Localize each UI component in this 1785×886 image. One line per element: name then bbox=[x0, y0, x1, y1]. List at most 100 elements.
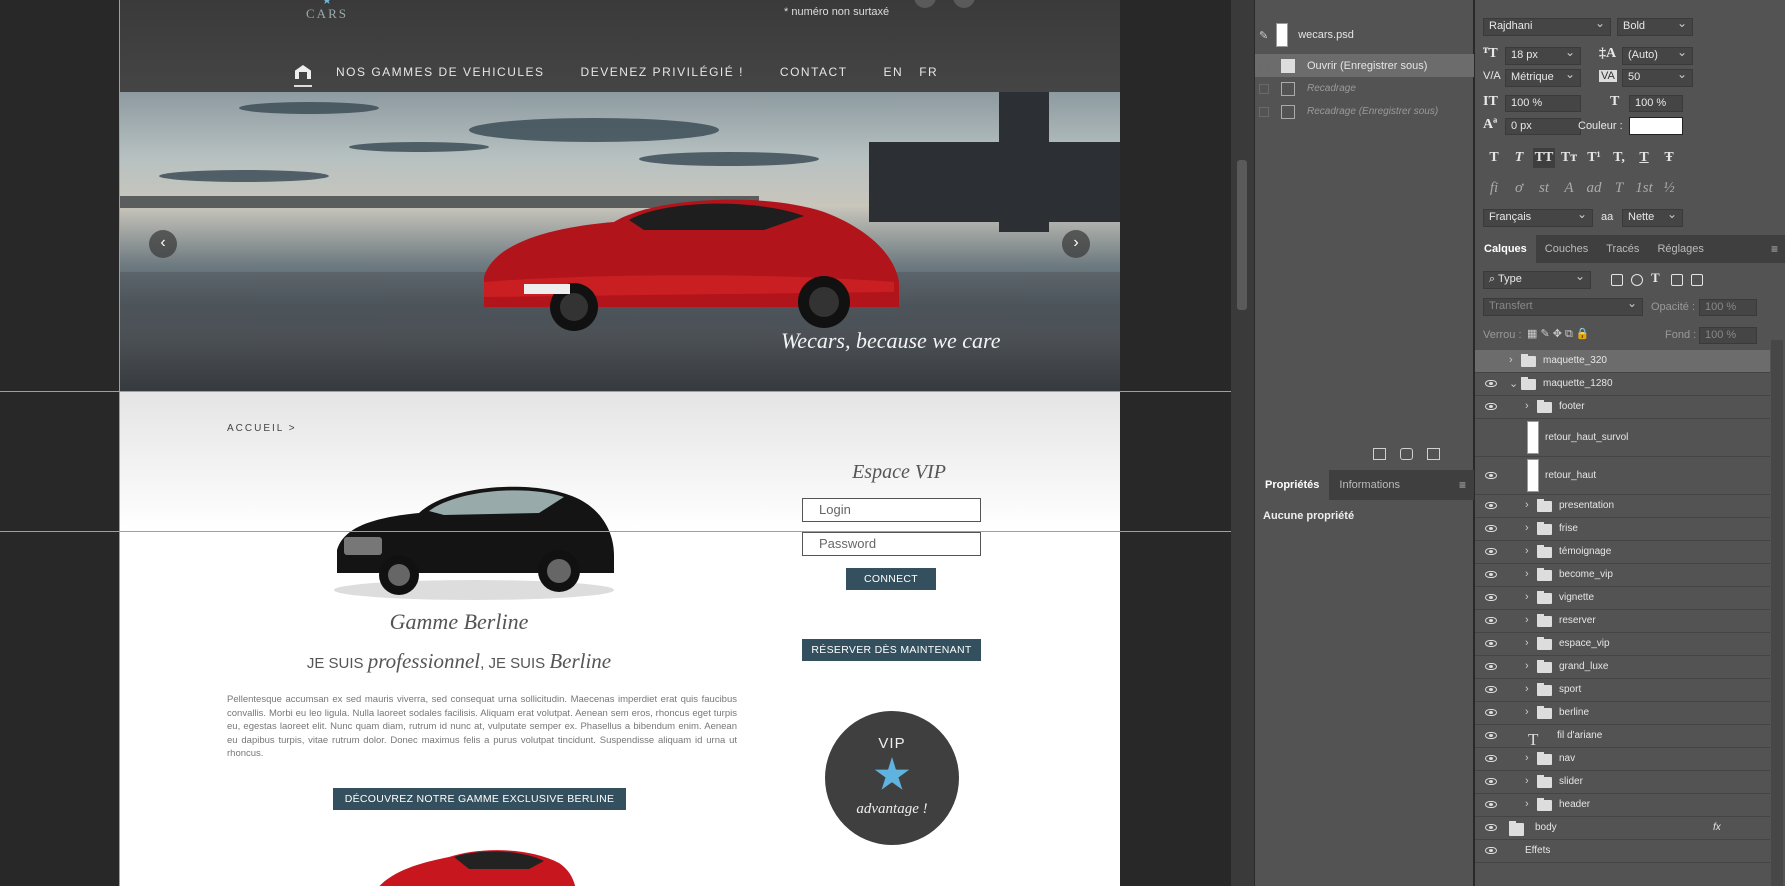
antialias-select[interactable]: Nette bbox=[1622, 207, 1683, 227]
visibility-eye-icon[interactable] bbox=[1485, 847, 1497, 854]
layer-row[interactable]: › presentation bbox=[1475, 495, 1770, 518]
panel-menu-icon[interactable]: ≡ bbox=[1459, 478, 1466, 492]
history-item[interactable]: Recadrage (Enregistrer sous) bbox=[1255, 100, 1474, 123]
lang-en[interactable]: EN bbox=[884, 65, 904, 79]
nav-gammes[interactable]: NOS GAMMES DE VEHICULES bbox=[336, 65, 545, 79]
chevron-right-icon[interactable]: › bbox=[1525, 637, 1529, 649]
facebook-icon[interactable] bbox=[914, 0, 936, 8]
chevron-right-icon[interactable]: › bbox=[1525, 499, 1529, 511]
fx-icon[interactable]: fx bbox=[1713, 822, 1721, 833]
visibility-eye-icon[interactable] bbox=[1485, 571, 1497, 578]
canvas-area[interactable]: ★ CARS * numéro non surtaxé NOS GAMMES D… bbox=[0, 0, 1231, 886]
layer-row[interactable]: › footer bbox=[1475, 396, 1770, 419]
password-field[interactable]: Password bbox=[802, 532, 981, 556]
nav-contact[interactable]: CONTACT bbox=[780, 65, 848, 79]
layer-row[interactable]: › frise bbox=[1475, 518, 1770, 541]
layer-row[interactable]: › header bbox=[1475, 794, 1770, 817]
faux-bold-button[interactable]: T bbox=[1483, 148, 1505, 168]
home-icon[interactable] bbox=[294, 65, 312, 87]
visibility-eye-icon[interactable] bbox=[1485, 472, 1497, 479]
slider-prev-icon[interactable]: ‹ bbox=[149, 230, 177, 258]
chevron-right-icon[interactable]: › bbox=[1525, 798, 1529, 810]
kerning-select[interactable]: Métrique bbox=[1505, 67, 1581, 87]
chevron-right-icon[interactable]: › bbox=[1525, 706, 1529, 718]
layer-row[interactable]: › témoignage bbox=[1475, 541, 1770, 564]
tab-couches[interactable]: Couches bbox=[1536, 235, 1597, 263]
tab-reglages[interactable]: Réglages bbox=[1648, 235, 1712, 263]
chevron-right-icon[interactable]: › bbox=[1525, 545, 1529, 557]
layer-row[interactable]: ⌄ maquette_1280 bbox=[1475, 373, 1770, 396]
font-family-select[interactable]: Rajdhani bbox=[1483, 16, 1611, 36]
breadcrumb[interactable]: ACCUEIL > bbox=[227, 423, 297, 434]
baseline-input[interactable]: 0 px bbox=[1505, 118, 1581, 135]
chevron-right-icon[interactable]: › bbox=[1525, 614, 1529, 626]
visibility-eye-icon[interactable] bbox=[1485, 732, 1497, 739]
layer-row[interactable]: › grand_luxe bbox=[1475, 656, 1770, 679]
adjustment-filter-icon[interactable] bbox=[1631, 274, 1643, 286]
chevron-right-icon[interactable]: › bbox=[1509, 354, 1513, 366]
text-color-swatch[interactable] bbox=[1629, 117, 1683, 135]
visibility-eye-icon[interactable] bbox=[1485, 525, 1497, 532]
new-document-icon[interactable] bbox=[1373, 448, 1386, 460]
visibility-eye-icon[interactable] bbox=[1485, 594, 1497, 601]
fill-input[interactable]: 100 % bbox=[1699, 327, 1757, 344]
connect-button[interactable]: CONNECT bbox=[846, 568, 936, 590]
language-select[interactable]: Français bbox=[1483, 207, 1593, 227]
swash-button[interactable]: A bbox=[1558, 178, 1580, 198]
history-item[interactable]: Ouvrir (Enregistrer sous) bbox=[1255, 54, 1474, 77]
layer-row[interactable]: › nav bbox=[1475, 748, 1770, 771]
layer-row[interactable]: › become_vip bbox=[1475, 564, 1770, 587]
visibility-eye-icon[interactable] bbox=[1485, 778, 1497, 785]
tab-informations[interactable]: Informations bbox=[1329, 470, 1410, 500]
layer-row[interactable]: › espace_vip bbox=[1475, 633, 1770, 656]
reserve-button[interactable]: RÉSERVER DÈS MAINTENANT bbox=[802, 639, 981, 661]
lang-fr[interactable]: FR bbox=[919, 65, 938, 79]
tab-proprietes[interactable]: Propriétés bbox=[1255, 470, 1330, 500]
chevron-right-icon[interactable]: › bbox=[1525, 400, 1529, 412]
canvas-scrollbar[interactable] bbox=[1231, 0, 1254, 886]
subscript-button[interactable]: T, bbox=[1608, 148, 1630, 168]
fractions-button[interactable]: ½ bbox=[1658, 178, 1680, 198]
visibility-eye-icon[interactable] bbox=[1485, 548, 1497, 555]
layer-row[interactable]: › reserver bbox=[1475, 610, 1770, 633]
social-icon[interactable] bbox=[953, 0, 975, 8]
superscript-button[interactable]: T¹ bbox=[1583, 148, 1605, 168]
chevron-right-icon[interactable]: › bbox=[1525, 591, 1529, 603]
leading-select[interactable]: (Auto) bbox=[1622, 45, 1693, 65]
chevron-right-icon[interactable]: › bbox=[1525, 752, 1529, 764]
tab-traces[interactable]: Tracés bbox=[1597, 235, 1648, 263]
visibility-eye-icon[interactable] bbox=[1485, 801, 1497, 808]
visibility-eye-icon[interactable] bbox=[1485, 686, 1497, 693]
visibility-eye-icon[interactable] bbox=[1485, 709, 1497, 716]
smart-object-filter-icon[interactable] bbox=[1691, 274, 1703, 286]
document-canvas[interactable]: ★ CARS * numéro non surtaxé NOS GAMMES D… bbox=[119, 0, 1120, 886]
vertical-scale-input[interactable]: 100 % bbox=[1505, 95, 1581, 112]
tracking-select[interactable]: 50 bbox=[1622, 67, 1693, 87]
chevron-right-icon[interactable]: › bbox=[1525, 683, 1529, 695]
panel-menu-icon[interactable]: ≡ bbox=[1771, 242, 1778, 256]
strikethrough-button[interactable]: Ŧ bbox=[1658, 148, 1680, 168]
stylistic-button[interactable]: st bbox=[1533, 178, 1555, 198]
vip-advantage-badge[interactable]: VIP advantage ! bbox=[825, 711, 959, 845]
layer-row[interactable]: retour_haut_survol bbox=[1475, 419, 1770, 457]
font-size-select[interactable]: 18 px bbox=[1505, 45, 1581, 65]
ligature-button[interactable]: fi bbox=[1483, 178, 1505, 198]
login-field[interactable]: Login bbox=[802, 498, 981, 522]
visibility-eye-icon[interactable] bbox=[1485, 380, 1497, 387]
history-snapshot[interactable]: ✎ wecars.psd bbox=[1255, 20, 1474, 50]
chevron-right-icon[interactable]: › bbox=[1525, 660, 1529, 672]
layers-scrollbar[interactable] bbox=[1771, 340, 1783, 886]
alt-ligature-button[interactable]: ơ bbox=[1508, 178, 1530, 198]
chevron-down-icon[interactable]: ⌄ bbox=[1509, 377, 1518, 390]
layer-row[interactable]: Tfil d'ariane bbox=[1475, 725, 1770, 749]
slider-next-icon[interactable]: › bbox=[1062, 230, 1090, 258]
underline-button[interactable]: T bbox=[1633, 148, 1655, 168]
layer-row[interactable]: › berline bbox=[1475, 702, 1770, 725]
image-filter-icon[interactable] bbox=[1611, 274, 1623, 286]
visibility-eye-icon[interactable] bbox=[1485, 663, 1497, 670]
trash-icon[interactable] bbox=[1427, 448, 1440, 460]
font-style-select[interactable]: Bold bbox=[1617, 16, 1693, 36]
history-item[interactable]: Recadrage bbox=[1255, 77, 1474, 100]
layer-row[interactable]: retour_haut bbox=[1475, 457, 1770, 495]
visibility-eye-icon[interactable] bbox=[1485, 403, 1497, 410]
